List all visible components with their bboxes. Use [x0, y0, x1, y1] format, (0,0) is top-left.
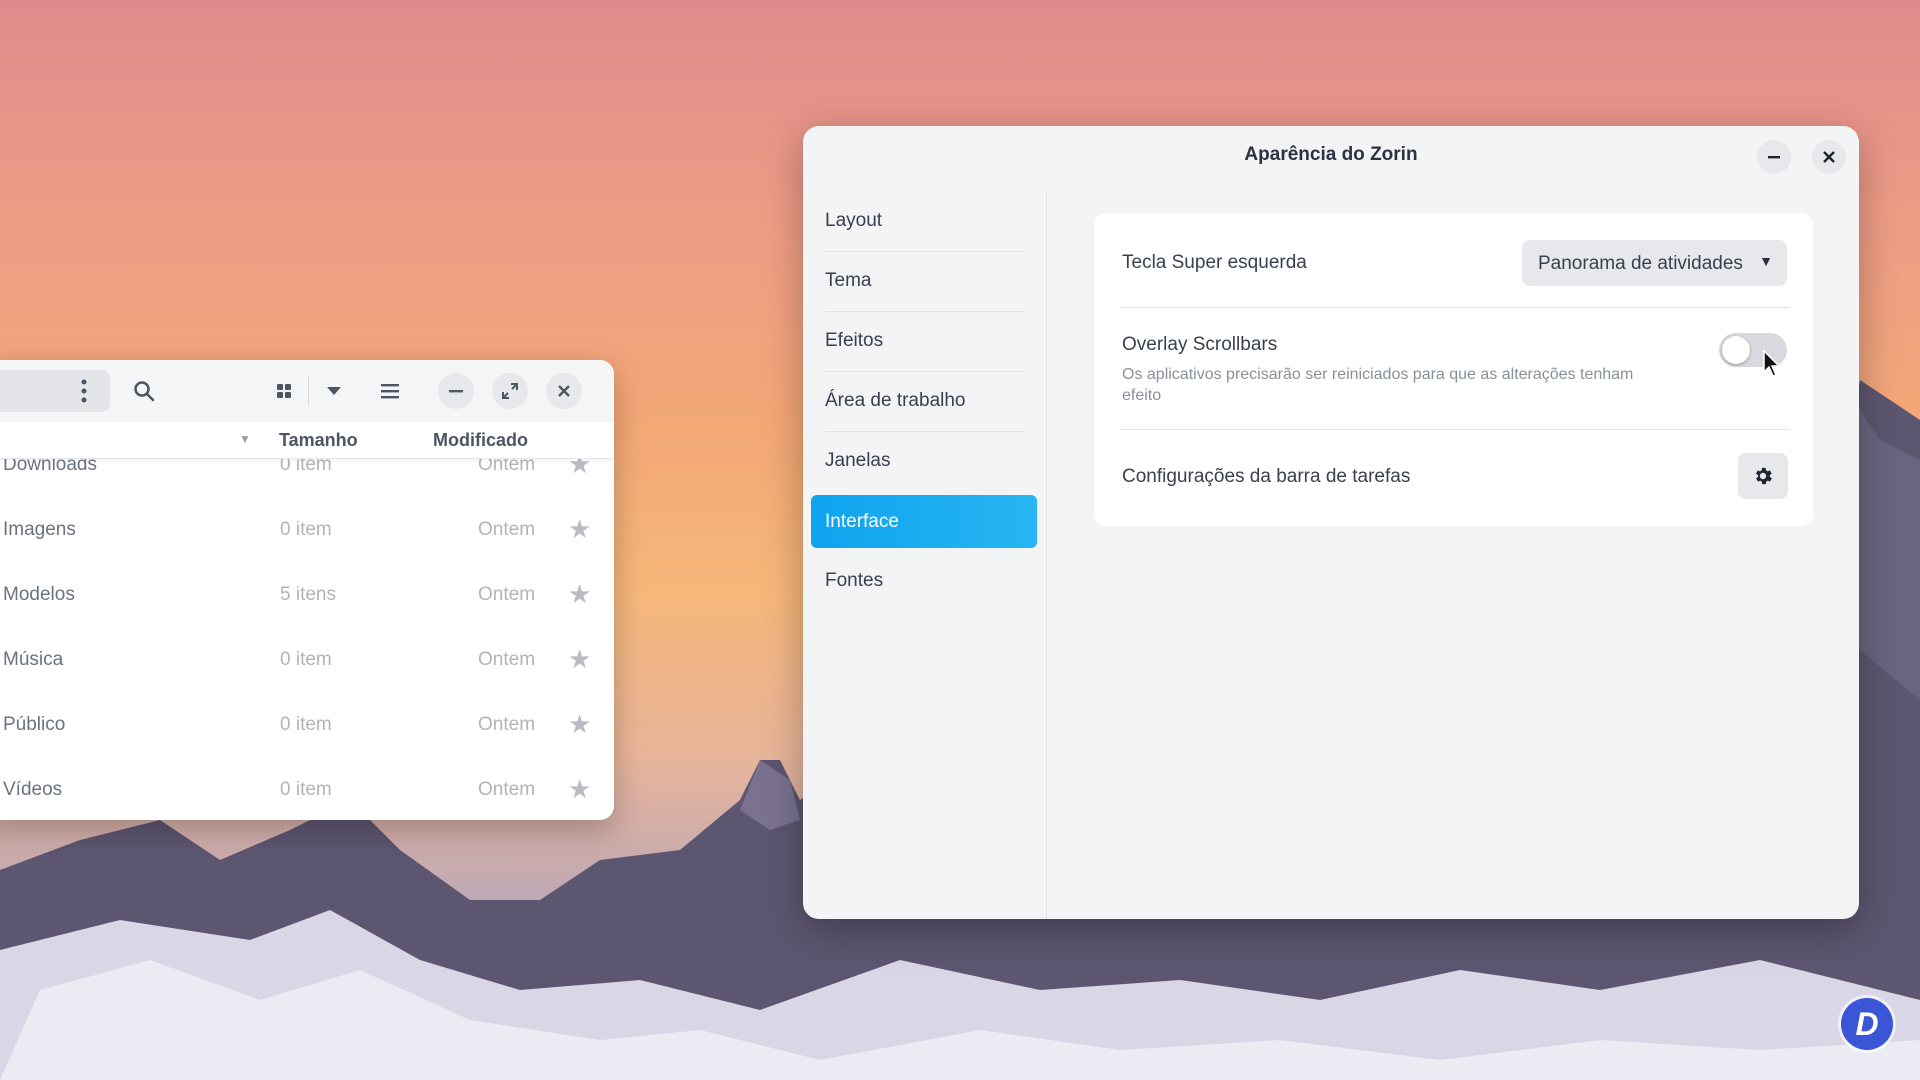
file-size: 0 item: [280, 649, 332, 670]
file-size: 0 item: [280, 519, 332, 540]
file-row[interactable]: Música 0 item Ontem ★: [0, 628, 614, 693]
menu-icon[interactable]: [66, 373, 102, 409]
star-icon[interactable]: ★: [568, 514, 591, 545]
file-manager-window: ▼ Tamanho Modificado Downloads 0 item On…: [0, 360, 614, 820]
file-name: Imagens: [3, 519, 76, 540]
sidebar-item-label: Fontes: [825, 570, 884, 591]
file-name: Música: [3, 649, 64, 670]
file-modified: Ontem: [478, 584, 536, 605]
file-row[interactable]: Imagens 0 item Ontem ★: [0, 498, 614, 563]
chevron-down-icon: ▼: [1759, 253, 1773, 269]
file-size: 5 itens: [280, 584, 336, 605]
sidebar-item-fontes[interactable]: Fontes: [825, 552, 1025, 611]
overlay-scrollbars-description: Os aplicativos precisarão ser reiniciado…: [1122, 366, 1634, 404]
file-modified: Ontem: [478, 714, 536, 735]
sidebar-item-layout[interactable]: Layout: [825, 192, 1025, 252]
sidebar: Layout Tema Efeitos Área de trabalho Jan…: [803, 192, 1047, 919]
file-modified: Ontem: [478, 519, 536, 540]
window-title: Aparência do Zorin: [1244, 144, 1418, 165]
taskbar-settings-label: Configurações da barra de tarefas: [1122, 466, 1411, 487]
gear-icon: [1755, 467, 1772, 485]
sidebar-item-label: Área de trabalho: [825, 390, 966, 411]
toolbar-separator: [308, 376, 309, 406]
star-icon[interactable]: ★: [568, 709, 591, 740]
file-name: Modelos: [3, 584, 75, 605]
divider: [1120, 307, 1790, 308]
sort-arrow-icon[interactable]: ▼: [239, 432, 251, 446]
star-icon[interactable]: ★: [568, 644, 591, 675]
super-key-label: Tecla Super esquerda: [1122, 252, 1307, 273]
minimize-icon[interactable]: [438, 373, 474, 409]
mouse-cursor: [1763, 350, 1781, 377]
sidebar-item-label: Efeitos: [825, 330, 884, 351]
sidebar-item-label: Tema: [825, 270, 872, 291]
divider: [1120, 429, 1790, 430]
search-icon[interactable]: [126, 373, 162, 409]
grid-view-icon[interactable]: [266, 373, 302, 409]
toggle-knob: [1722, 336, 1750, 364]
sidebar-item-interface[interactable]: Interface: [811, 495, 1037, 548]
desktop: ▼ Tamanho Modificado Downloads 0 item On…: [0, 0, 1920, 1080]
column-size[interactable]: Tamanho: [279, 430, 358, 451]
sidebar-item-janelas[interactable]: Janelas: [825, 432, 1025, 491]
file-size: 0 item: [280, 779, 332, 800]
star-icon[interactable]: ★: [568, 774, 591, 805]
list-view-icon[interactable]: [372, 373, 408, 409]
sidebar-item-label: Interface: [825, 511, 899, 532]
file-name: Vídeos: [3, 779, 63, 800]
sidebar-item-label: Janelas: [825, 450, 891, 471]
column-modified[interactable]: Modificado: [433, 430, 528, 451]
file-modified: Ontem: [478, 779, 536, 800]
file-row[interactable]: Modelos 5 itens Ontem ★: [0, 563, 614, 628]
file-manager-toolbar: [0, 360, 614, 422]
zorin-appearance-window: Aparência do Zorin Layout Tema Efeitos Á…: [803, 126, 1859, 919]
taskbar-settings-button[interactable]: [1738, 453, 1788, 499]
sidebar-item-label: Layout: [825, 210, 883, 231]
file-name: Público: [3, 714, 66, 735]
overlay-scrollbars-label: Overlay Scrollbars: [1122, 334, 1278, 355]
channel-logo: D: [1841, 998, 1893, 1050]
minimize-icon[interactable]: [1757, 140, 1791, 174]
super-key-dropdown[interactable]: Panorama de atividades ▼: [1522, 240, 1787, 286]
sidebar-item-area-de-trabalho[interactable]: Área de trabalho: [825, 372, 1025, 432]
close-icon[interactable]: [546, 373, 582, 409]
close-icon[interactable]: [1812, 140, 1846, 174]
file-row[interactable]: Vídeos 0 item Ontem ★: [0, 758, 614, 820]
sidebar-item-efeitos[interactable]: Efeitos: [825, 312, 1025, 372]
file-size: 0 item: [280, 714, 332, 735]
star-icon[interactable]: ★: [568, 579, 591, 610]
sidebar-item-tema[interactable]: Tema: [825, 252, 1025, 312]
dropdown-value: Panorama de atividades: [1538, 253, 1743, 274]
file-modified: Ontem: [478, 649, 536, 670]
file-row[interactable]: Público 0 item Ontem ★: [0, 693, 614, 758]
chevron-down-icon[interactable]: [316, 373, 352, 409]
maximize-icon[interactable]: [492, 373, 528, 409]
file-list-header: ▼ Tamanho Modificado: [0, 422, 614, 459]
settings-card: Tecla Super esquerda Panorama de ativida…: [1094, 213, 1813, 526]
